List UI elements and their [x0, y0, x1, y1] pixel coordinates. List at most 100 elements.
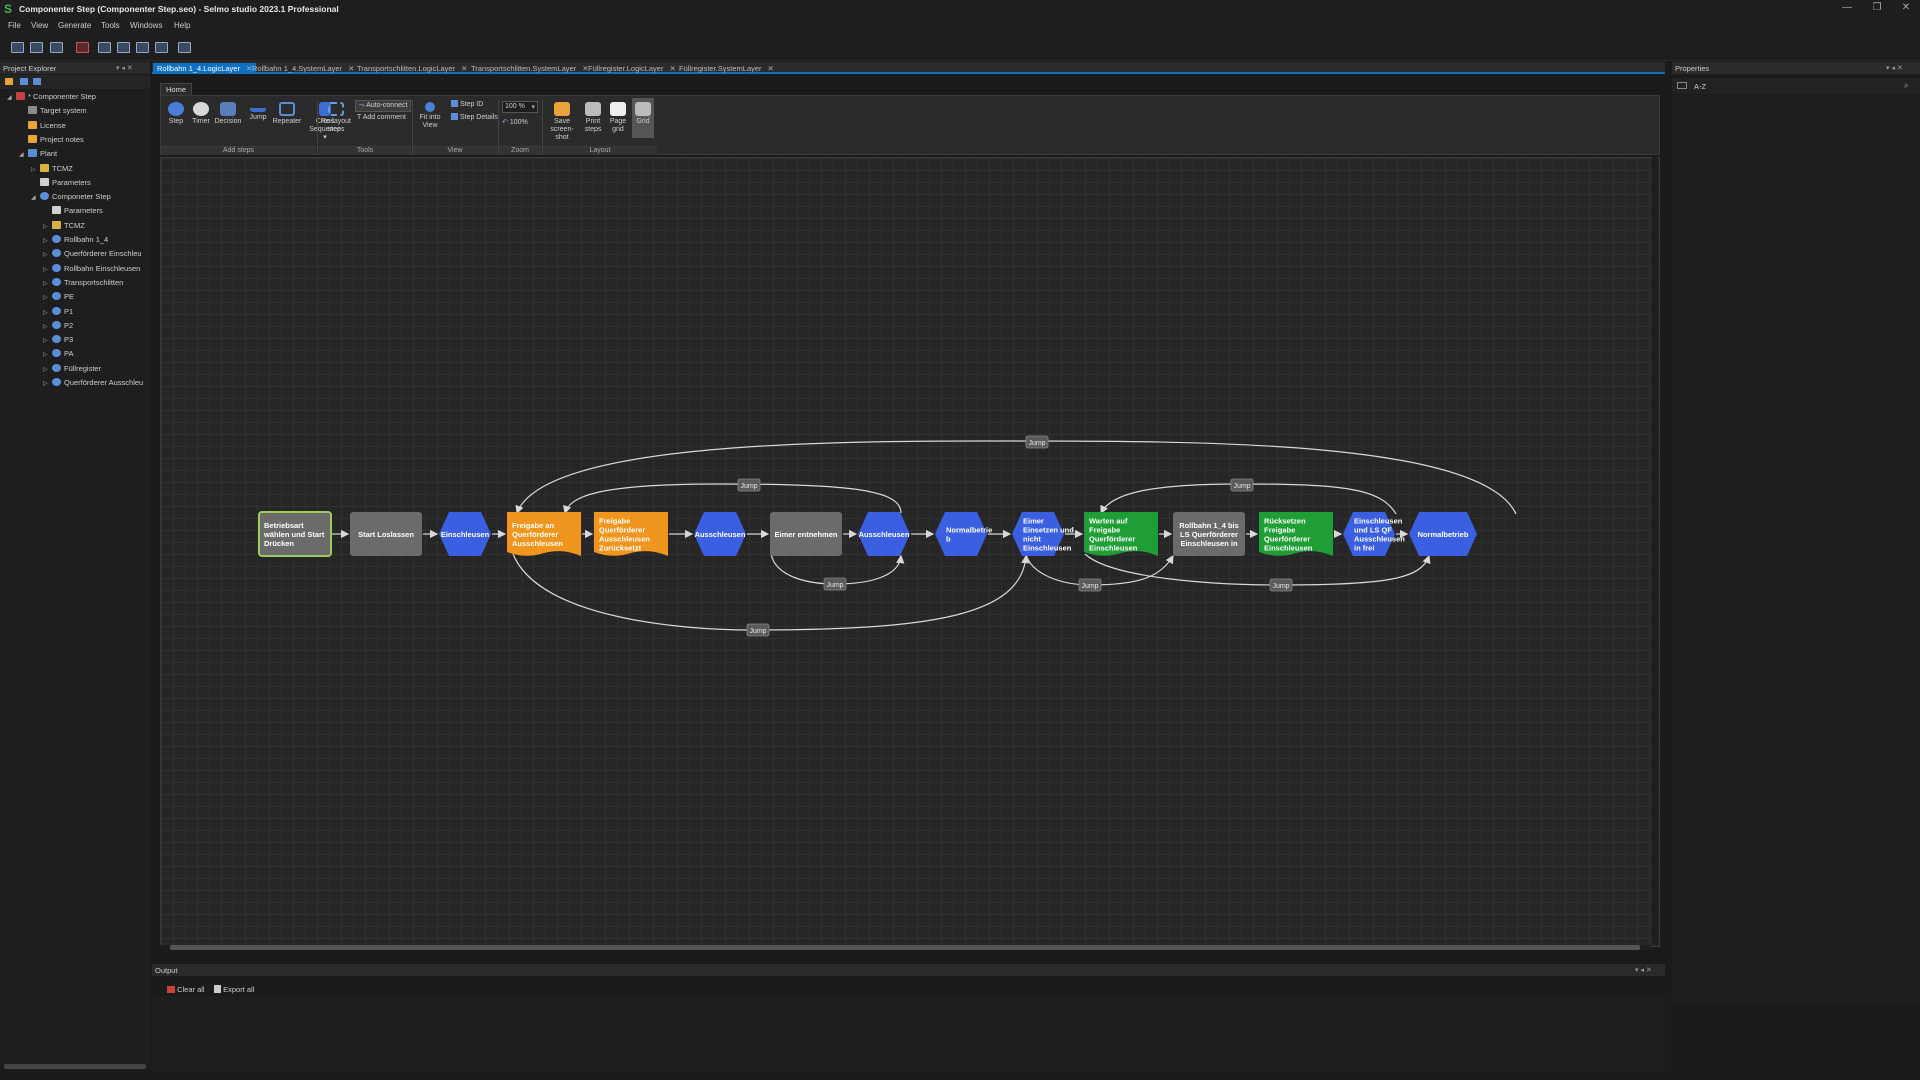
step-s5[interactable]: FreigabeQuerfördererAusschleusenZurückse… [594, 512, 668, 556]
menu-help[interactable]: Help [174, 21, 190, 30]
print-steps-button[interactable]: Print steps [581, 102, 605, 134]
expand-arrow-icon[interactable]: ▷ [43, 223, 52, 230]
page-grid-button[interactable]: Page grid [606, 102, 630, 134]
tree-node[interactable]: Parameters [43, 206, 103, 219]
add-step-button[interactable]: Step [163, 102, 189, 126]
save-screenshot-button[interactable]: Save screen-shot [545, 102, 579, 142]
step-s7[interactable]: Eimer entnehmen [770, 512, 842, 556]
panel-pin-icon[interactable]: ▾ ◂ ✕ [1886, 64, 1903, 72]
tree-node[interactable]: License [19, 120, 66, 134]
export-all-button[interactable]: Export all [214, 985, 254, 994]
step-s8[interactable]: Ausschleusen [858, 512, 910, 556]
expand-arrow-icon[interactable]: ▷ [43, 280, 52, 287]
jump-connection[interactable] [563, 483, 902, 515]
zoom-reset-button[interactable]: ↶ 100% [502, 118, 528, 126]
step-s14[interactable]: Einschleusenund LS QFAusschleusenin frei [1343, 512, 1405, 556]
expand-arrow-icon[interactable]: ◢ [31, 194, 40, 201]
close-project-icon[interactable] [76, 42, 89, 53]
expand-arrow-icon[interactable]: ▷ [43, 294, 52, 301]
document-tab[interactable]: Rollbahn 1_4.LogicLayer ✕ [153, 63, 257, 74]
search-icon[interactable]: ⌕ [1904, 81, 1908, 91]
expand-icon[interactable] [33, 78, 41, 85]
tree-node[interactable]: ▷ Füllregister [43, 363, 101, 377]
step-id-toggle[interactable]: Step ID [451, 100, 483, 108]
expand-arrow-icon[interactable]: ▷ [43, 266, 52, 273]
jump-connection[interactable] [515, 440, 1517, 515]
expand-arrow-icon[interactable]: ▷ [43, 237, 52, 244]
sort-az-button[interactable]: A-Z [1694, 82, 1706, 91]
minimize-button[interactable]: — [1836, 2, 1858, 16]
document-tab[interactable]: Transportschlitten.LogicLayer ✕ [353, 63, 471, 74]
tree-node[interactable]: ◢ * Componenter Step [7, 92, 96, 105]
expand-arrow-icon[interactable]: ▷ [43, 351, 52, 358]
collapse-icon[interactable] [20, 78, 28, 85]
canvas-horizontal-scrollbar[interactable] [160, 945, 1650, 950]
new-project-icon[interactable] [11, 42, 24, 53]
document-tab[interactable]: Transportschlitten.SystemLayer ✕ [467, 63, 592, 74]
expand-arrow-icon[interactable]: ▷ [43, 337, 52, 344]
step-s4[interactable]: Freigabe anQuerfördererAusschleusen [507, 512, 581, 556]
folder-open-icon[interactable] [5, 78, 13, 85]
save-icon[interactable] [50, 42, 63, 53]
expand-arrow-icon[interactable]: ◢ [7, 94, 16, 101]
categorized-icon[interactable] [1677, 82, 1687, 89]
open-project-icon[interactable] [30, 42, 43, 53]
step-details-toggle[interactable]: Step Details [451, 113, 498, 121]
maximize-button[interactable]: ❐ [1866, 2, 1888, 16]
tree-node[interactable]: ◢ Plant [19, 149, 57, 162]
step-s3[interactable]: Einschleusen [439, 512, 491, 556]
menu-view[interactable]: View [31, 21, 48, 30]
step-s6[interactable]: Ausschleusen [694, 512, 746, 556]
menu-generate[interactable]: Generate [58, 21, 91, 30]
step-s1[interactable]: Betriebsartwählen und StartDrücken [258, 511, 332, 557]
panel-pin-icon[interactable]: ▾ ◂ ✕ [116, 64, 133, 72]
document-tab[interactable]: Rollbahn 1_4.SystemLayer ✕ [248, 63, 358, 74]
auto-connect-button[interactable]: ⤳ Auto-connect [355, 100, 412, 112]
menu-tools[interactable]: Tools [101, 21, 120, 30]
expand-arrow-icon[interactable]: ▷ [43, 251, 52, 258]
tree-node[interactable]: ▷ PA [43, 349, 73, 362]
step-s15[interactable]: Normalbetrieb [1409, 512, 1477, 556]
step-s10[interactable]: EimerEinsetzen undnichtEinschleusen [1012, 512, 1074, 556]
tree-node[interactable]: ◢ Componeter Step [31, 192, 111, 205]
add-repeater-button[interactable]: Repeater [271, 102, 303, 126]
import-icon[interactable] [136, 42, 149, 53]
step-s12[interactable]: Rollbahn 1_4 bisLS QuerfördererEinschleu… [1173, 512, 1245, 556]
zoom-select[interactable]: 100 % ▾ [502, 101, 538, 113]
tree-node[interactable]: Project notes [19, 134, 84, 148]
step-s9[interactable]: Normalbetrieb [935, 512, 992, 556]
diagram-canvas[interactable]: Jump Jump Jump Jump Jump Jump Jump Betriebsart w… [160, 157, 1660, 947]
expand-arrow-icon[interactable]: ▷ [43, 380, 52, 387]
add-decision-button[interactable]: Decision [213, 102, 243, 126]
close-tab-icon[interactable]: ✕ [768, 64, 774, 73]
add-timer-button[interactable]: Timer [188, 102, 214, 126]
project-tree-scrollbar[interactable] [4, 1064, 146, 1069]
expand-arrow-icon[interactable]: ▷ [43, 366, 52, 373]
generate-icon[interactable] [98, 42, 111, 53]
expand-arrow-icon[interactable]: ▷ [31, 166, 40, 173]
add-comment-button[interactable]: T Add comment [357, 114, 406, 121]
step-s2[interactable]: Start Loslassen [350, 512, 422, 556]
add-jump-button[interactable]: Jump [245, 102, 271, 122]
expand-arrow-icon[interactable]: ▷ [43, 323, 52, 330]
menu-file[interactable]: File [8, 21, 21, 30]
jump-connection[interactable] [512, 553, 1030, 631]
tree-node[interactable]: ▷ P1 [43, 306, 73, 320]
settings-icon[interactable] [178, 42, 191, 53]
tree-node[interactable]: ▷ Rollbahn 1_4 [43, 235, 108, 248]
tree-node[interactable]: ▷ P3 [43, 335, 73, 348]
tree-node[interactable]: Parameters [31, 177, 91, 191]
fit-into-view-button[interactable]: Fit into View [415, 102, 445, 130]
tree-node[interactable]: ▷ Querförderer Ausschleu [43, 378, 143, 391]
menu-windows[interactable]: Windows [130, 21, 162, 30]
document-tab[interactable]: Füllregister.SystemLayer ✕ [675, 63, 778, 74]
tree-node[interactable]: ▷ Transportschlitten [43, 277, 123, 291]
close-window-button[interactable]: ✕ [1895, 2, 1917, 16]
document-tab[interactable]: Füllregister.LogicLayer ✕ [584, 63, 680, 74]
simulate-icon[interactable] [155, 42, 168, 53]
tree-node[interactable]: ▷ PE [43, 292, 74, 305]
relayout-steps-button[interactable]: Re-layout steps [321, 102, 351, 134]
export-icon[interactable] [117, 42, 130, 53]
tree-node[interactable]: ▷ Querförderer Einschleu [43, 249, 142, 262]
tree-node[interactable]: Target system [19, 106, 87, 119]
